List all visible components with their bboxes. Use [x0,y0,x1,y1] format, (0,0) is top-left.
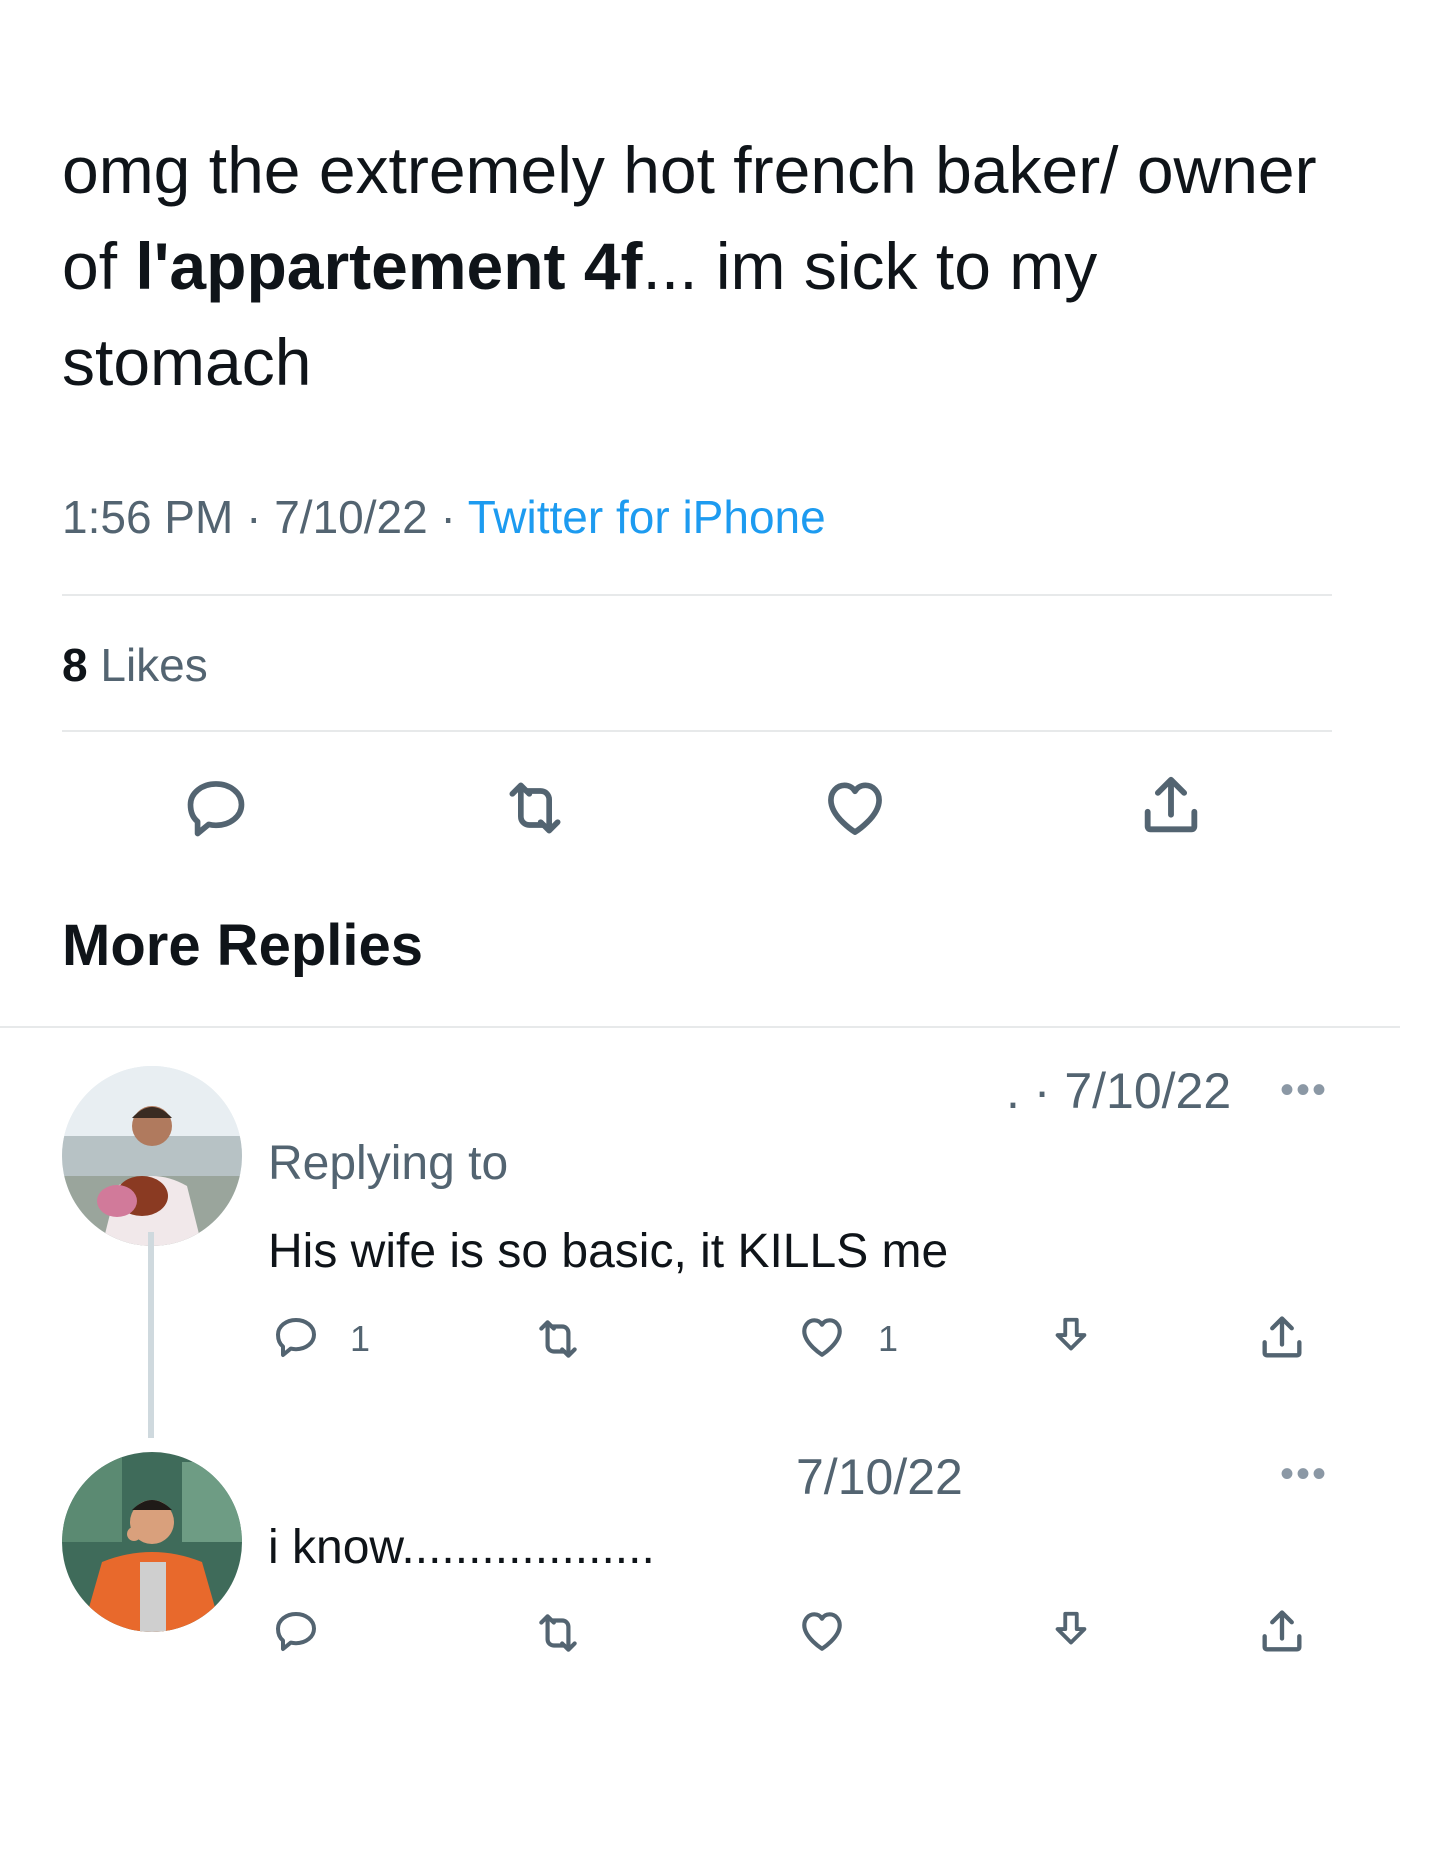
share-icon[interactable] [1136,770,1206,842]
retweet-icon[interactable] [526,1314,590,1364]
retweet-icon[interactable] [526,1608,590,1658]
meta-separator: · [427,491,468,543]
likes-count-link[interactable]: 8 Likes [62,638,208,692]
reply-icon[interactable] [272,1606,320,1656]
download-icon[interactable] [1048,1604,1094,1658]
tweet-text-bold: l'appartement 4f [135,229,643,303]
heart-icon[interactable] [796,1606,848,1656]
section-title: More Replies [62,913,423,978]
heart-icon[interactable] [796,1312,848,1362]
avatar[interactable] [62,1452,242,1632]
replying-to: Replying to [268,1137,509,1190]
tweet-meta: 1:56 PM · 7/10/22 · Twitter for iPhone [62,490,826,544]
reply-text: His wife is so basic, it KILLS me [268,1225,949,1278]
tweet-date: 7/10/22 [274,491,428,543]
retweet-icon[interactable] [496,774,574,842]
date-prefix: . · [1006,1063,1065,1119]
share-icon[interactable] [1256,1310,1308,1366]
divider [62,730,1332,732]
thread-line [148,1232,154,1438]
more-options-icon[interactable]: ••• [1280,1068,1328,1113]
divider [62,594,1332,596]
heart-icon[interactable] [820,774,890,842]
like-count: 1 [878,1318,899,1359]
reply-icon[interactable] [182,774,250,842]
likes-count: 8 [62,639,88,691]
meta-separator: · [233,491,275,543]
tweet-time: 1:56 PM [62,491,234,543]
tweet-text: omg the extremely hot french baker/ owne… [62,122,1362,410]
reply-date[interactable]: . · 7/10/22 [1006,1062,1231,1120]
likes-label: Likes [87,639,208,691]
share-icon[interactable] [1256,1604,1308,1660]
reply-date-value: 7/10/22 [1064,1063,1232,1119]
reply-count: 1 [350,1318,371,1359]
divider [0,1026,1400,1028]
avatar[interactable] [62,1066,242,1246]
download-icon[interactable] [1048,1310,1094,1364]
reply-icon[interactable] [272,1312,320,1362]
tweet-source-link[interactable]: Twitter for iPhone [468,491,826,543]
reply-text: i know................... [268,1521,655,1574]
reply-date[interactable]: 7/10/22 [796,1448,963,1506]
more-options-icon[interactable]: ••• [1280,1452,1328,1497]
